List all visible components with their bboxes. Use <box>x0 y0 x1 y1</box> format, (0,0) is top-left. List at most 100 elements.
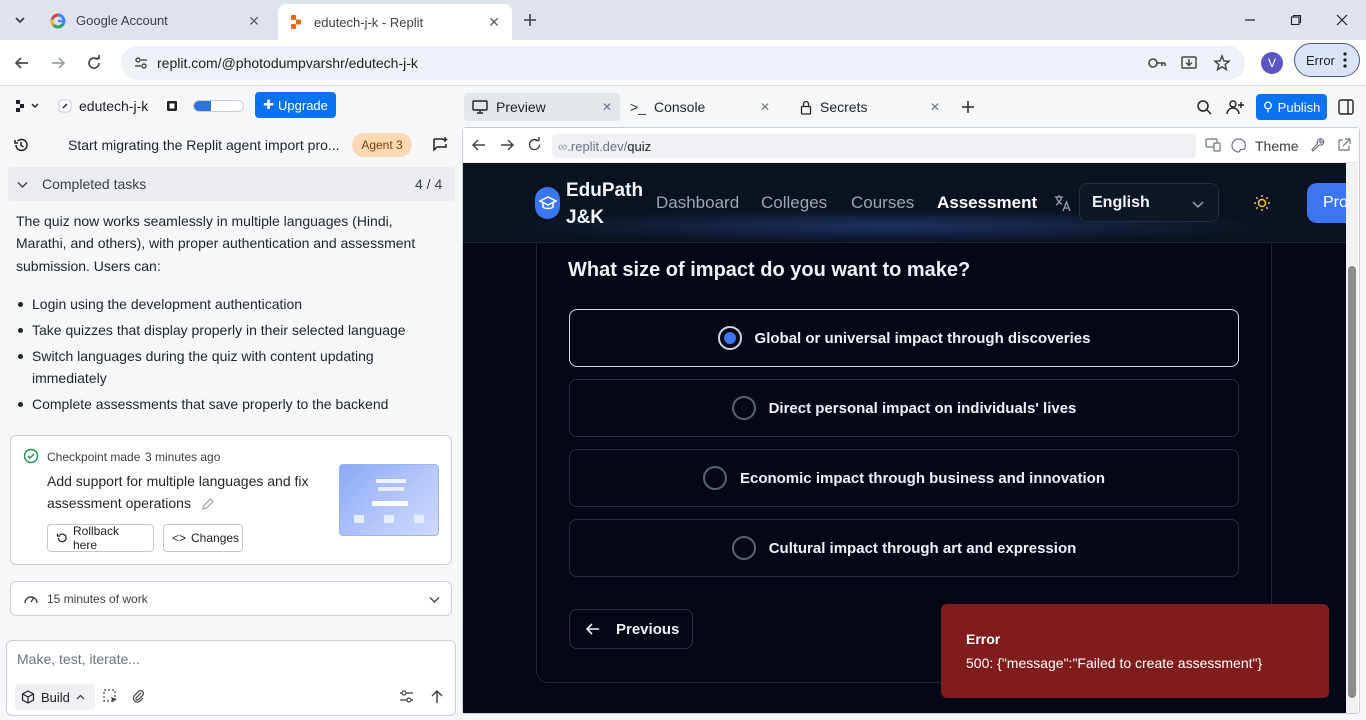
devtools-wrench-icon[interactable] <box>1311 138 1326 153</box>
close-tab-icon[interactable]: ✕ <box>246 13 262 29</box>
close-window-icon[interactable] <box>1328 6 1356 34</box>
toast-message: 500: {"message":"Failed to create assess… <box>966 655 1263 671</box>
changes-button[interactable]: <> Changes <box>163 524 243 552</box>
nav-colleges[interactable]: Colleges <box>761 193 827 213</box>
tab-preview[interactable]: Preview ✕ <box>464 93 620 121</box>
list-item: Switch languages during the quiz with co… <box>16 345 446 367</box>
answer-option[interactable]: Cultural impact through art and expressi… <box>569 519 1239 577</box>
search-icon[interactable] <box>1196 99 1212 115</box>
rollback-button[interactable]: Rollback here <box>47 524 154 552</box>
preview-forward-icon[interactable] <box>500 138 514 152</box>
radio-unselected[interactable] <box>702 466 727 490</box>
browser-tab-replit[interactable]: edutech-j-k - Replit ✕ <box>278 4 512 40</box>
attach-paperclip-icon[interactable] <box>131 689 146 704</box>
replit-logo-icon[interactable] <box>14 99 40 113</box>
agent-badge: Agent 3 <box>352 133 412 157</box>
minimize-window-icon[interactable] <box>1236 6 1264 34</box>
new-tab-plus-icon[interactable] <box>516 6 544 34</box>
preview-reload-icon[interactable] <box>527 137 542 152</box>
sun-theme-icon[interactable] <box>1253 194 1271 212</box>
history-icon[interactable] <box>13 137 29 153</box>
thumbnail-heading <box>378 487 404 491</box>
thumbnail-feature <box>414 515 424 523</box>
address-bar[interactable]: replit.com/@photodumpvarshr/edutech-j-k <box>121 46 1245 80</box>
preview-url-bar[interactable]: ∞.replit.dev/quiz <box>552 134 1196 158</box>
gauge-icon <box>23 592 39 606</box>
publish-button[interactable]: Publish <box>1256 94 1327 120</box>
forward-arrow-icon[interactable] <box>44 49 72 77</box>
upgrade-button[interactable]: ✚ Upgrade <box>255 92 336 118</box>
preview-back-icon[interactable] <box>472 138 486 152</box>
composer-placeholder[interactable]: Make, test, iterate... <box>17 651 140 667</box>
theme-label[interactable]: Theme <box>1255 138 1299 154</box>
publish-label: Publish <box>1277 99 1321 115</box>
chevron-down-icon <box>17 179 28 190</box>
project-name[interactable]: edutech-j-k <box>79 98 148 114</box>
upgrade-label: Upgrade <box>278 97 328 113</box>
send-arrow-icon[interactable] <box>430 689 444 704</box>
nav-assessment[interactable]: Assessment <box>937 193 1037 213</box>
restore-window-icon[interactable] <box>1282 6 1310 34</box>
close-tab-icon[interactable]: ✕ <box>760 100 770 114</box>
tab-console-label: Console <box>653 99 706 115</box>
checkpoint-screenshot-thumbnail[interactable] <box>339 464 439 536</box>
build-label: Build <box>41 689 70 705</box>
pro-button[interactable]: Pro <box>1307 183 1346 223</box>
tab-title: Google Account <box>76 13 168 28</box>
preview-scrollbar[interactable] <box>1346 163 1358 713</box>
select-element-icon[interactable] <box>103 689 118 704</box>
nav-dashboard[interactable]: Dashboard <box>656 193 739 213</box>
site-settings-icon[interactable] <box>133 55 149 71</box>
invite-user-icon[interactable] <box>1226 99 1244 115</box>
device-toggle-icon[interactable] <box>1205 138 1221 152</box>
new-chat-icon[interactable] <box>431 136 449 154</box>
nav-courses[interactable]: Courses <box>851 193 914 213</box>
radio-unselected[interactable] <box>731 536 756 560</box>
radio-unselected[interactable] <box>731 396 756 420</box>
add-tab-plus-icon[interactable] <box>961 100 975 114</box>
bookmark-star-icon[interactable] <box>1213 54 1231 72</box>
close-tab-icon[interactable]: ✕ <box>930 100 940 114</box>
reload-icon[interactable] <box>80 49 108 77</box>
browser-tab-google-account[interactable]: Google Account ✕ <box>40 5 272 36</box>
palette-icon[interactable] <box>1231 138 1246 153</box>
toggle-sidebar-icon[interactable] <box>1338 99 1354 115</box>
checkpoint-card: Checkpoint made 3 minutes ago Add suppor… <box>10 435 452 565</box>
profile-avatar[interactable]: V <box>1261 52 1283 74</box>
password-key-icon[interactable] <box>1147 55 1167 71</box>
thumbnail-button <box>372 501 408 506</box>
answer-option[interactable]: Global or universal impact through disco… <box>569 309 1239 367</box>
graduation-cap-icon[interactable] <box>535 187 560 219</box>
answer-option[interactable]: Direct personal impact on individuals' l… <box>569 379 1239 437</box>
back-arrow-icon[interactable] <box>8 49 36 77</box>
close-tab-icon[interactable]: ✕ <box>602 100 612 114</box>
close-tab-icon[interactable]: ✕ <box>486 14 502 30</box>
language-select[interactable]: English <box>1079 183 1219 222</box>
plus-icon: ✚ <box>263 97 275 112</box>
thread-title[interactable]: Start migrating the Replit agent import … <box>68 137 340 153</box>
scrollbar-thumb[interactable] <box>1348 266 1356 698</box>
previous-button[interactable]: Previous <box>569 609 693 649</box>
open-external-icon[interactable] <box>1337 138 1351 152</box>
agent-composer[interactable]: Make, test, iterate... Build <box>6 640 456 716</box>
tab-secrets-label: Secrets <box>820 99 868 115</box>
stop-square-icon[interactable] <box>166 100 178 112</box>
pencil-edit-icon[interactable] <box>201 497 215 511</box>
work-duration-toggle[interactable]: 15 minutes of work <box>10 581 452 616</box>
tab-search-chevron-icon[interactable] <box>6 6 34 34</box>
settings-sliders-icon[interactable] <box>399 689 414 704</box>
completed-tasks-toggle[interactable]: Completed tasks 4 / 4 <box>8 167 455 201</box>
radio-selected[interactable] <box>717 326 742 350</box>
tab-secrets[interactable]: Secrets ✕ <box>792 93 948 121</box>
browser-error-button[interactable]: Error <box>1294 43 1360 77</box>
install-app-icon[interactable] <box>1180 54 1198 72</box>
answer-option[interactable]: Economic impact through business and inn… <box>569 449 1239 507</box>
thumbnail-heading <box>376 479 406 483</box>
brand-name[interactable]: EduPath J&K <box>566 177 643 231</box>
tab-console[interactable]: >_ Console ✕ <box>622 93 778 121</box>
project-icon <box>58 99 72 113</box>
translate-icon <box>1054 194 1072 212</box>
error-toast[interactable]: Error 500: {"message":"Failed to create … <box>941 604 1329 698</box>
toast-title: Error <box>966 631 1001 647</box>
build-mode-button[interactable]: Build <box>15 684 95 710</box>
